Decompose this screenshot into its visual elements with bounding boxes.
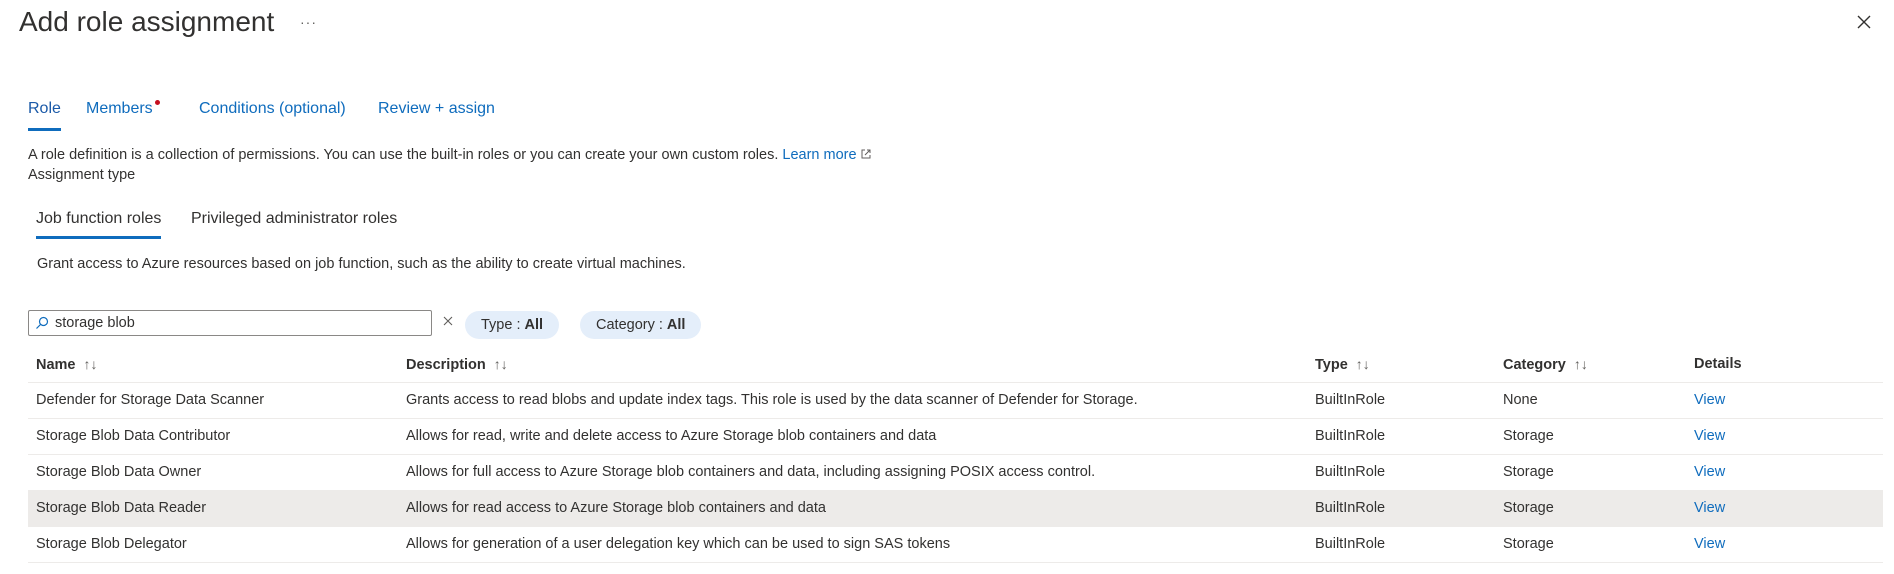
clear-search-icon[interactable] [441,314,455,328]
view-details-link[interactable]: View [1694,536,1725,552]
role-type: BuiltInRole [1315,428,1386,444]
sort-icon: ↑↓ [493,356,508,372]
role-description: Allows for full access to Azure Storage … [406,464,1096,480]
close-icon[interactable] [1854,12,1874,32]
role-search-box [28,310,432,336]
role-definition-info: A role definition is a collection of per… [28,147,872,163]
role-category: Storage [1503,464,1554,480]
role-name: Storage Blob Delegator [36,536,187,552]
table-row[interactable]: Storage Blob Delegator Allows for genera… [28,527,1883,563]
view-details-link[interactable]: View [1694,500,1725,516]
sort-icon: ↑↓ [1573,356,1588,372]
tab-privileged-admin-roles[interactable]: Privileged administrator roles [191,210,397,236]
view-details-link[interactable]: View [1694,464,1725,480]
role-description: Allows for read, write and delete access… [406,428,937,444]
more-options-icon[interactable]: ··· [300,14,317,30]
sort-ascending-icon: ↑↓ [83,356,98,372]
role-name: Storage Blob Data Reader [36,500,207,516]
role-name: Storage Blob Data Owner [36,464,202,480]
column-header-description[interactable]: Description ↑↓ [406,356,508,373]
table-row[interactable]: Storage Blob Data Owner Allows for full … [28,455,1883,491]
category-filter-pill[interactable]: Category : All [580,311,702,339]
column-header-name[interactable]: Name ↑↓ [36,356,98,373]
role-type: BuiltInRole [1315,392,1386,408]
view-details-link[interactable]: View [1694,428,1725,444]
role-description: Allows for read access to Azure Storage … [406,500,826,516]
search-icon [36,316,49,329]
table-row-selected[interactable]: Storage Blob Data Reader Allows for read… [28,491,1883,527]
sort-icon: ↑↓ [1355,356,1370,372]
role-name: Storage Blob Data Contributor [36,428,231,444]
category-filter-value: All [666,317,686,333]
assignment-type-label: Assignment type [28,167,136,183]
type-filter-pill[interactable]: Type : All [465,311,560,339]
table-row[interactable]: Storage Blob Data Contributor Allows for… [28,419,1883,455]
role-description: Grants access to read blobs and update i… [406,392,1138,408]
column-header-category[interactable]: Category ↑↓ [1503,356,1588,373]
role-name: Defender for Storage Data Scanner [36,392,265,408]
tab-conditions[interactable]: Conditions (optional) [199,100,346,128]
role-category: Storage [1503,500,1554,516]
required-indicator-dot [154,100,160,105]
role-category: Storage [1503,536,1554,552]
tab-review-assign[interactable]: Review + assign [378,100,495,128]
type-filter-label: Type : [481,317,525,333]
tab-job-function-roles[interactable]: Job function roles [36,210,162,239]
column-header-type[interactable]: Type ↑↓ [1315,356,1370,373]
role-type: BuiltInRole [1315,500,1386,516]
view-details-link[interactable]: View [1694,392,1725,408]
tab-members-label: Members [86,100,153,117]
role-category: Storage [1503,428,1554,444]
tab-role[interactable]: Role [28,100,61,131]
page-title: Add role assignment [19,6,275,37]
column-header-details: Details [1694,356,1742,372]
external-link-icon [861,149,871,159]
role-description: Allows for generation of a user delegati… [406,536,951,552]
search-input[interactable] [55,313,415,333]
learn-more-link[interactable]: Learn more [782,147,871,163]
category-filter-label: Category : [596,317,667,333]
role-type: BuiltInRole [1315,464,1386,480]
table-header: Name ↑↓ Description ↑↓ Type ↑↓ Category ↑↓ D… [28,348,1883,383]
role-category: None [1503,392,1538,408]
role-type: BuiltInRole [1315,536,1386,552]
table-row[interactable]: Defender for Storage Data Scanner Grants… [28,383,1883,419]
job-function-description: Grant access to Azure resources based on… [37,256,686,272]
type-filter-value: All [524,317,544,333]
role-definition-text: A role definition is a collection of per… [28,147,779,163]
tab-members[interactable]: Members [86,100,160,128]
roles-table: Name ↑↓ Description ↑↓ Type ↑↓ Category ↑↓ D… [28,348,1883,563]
